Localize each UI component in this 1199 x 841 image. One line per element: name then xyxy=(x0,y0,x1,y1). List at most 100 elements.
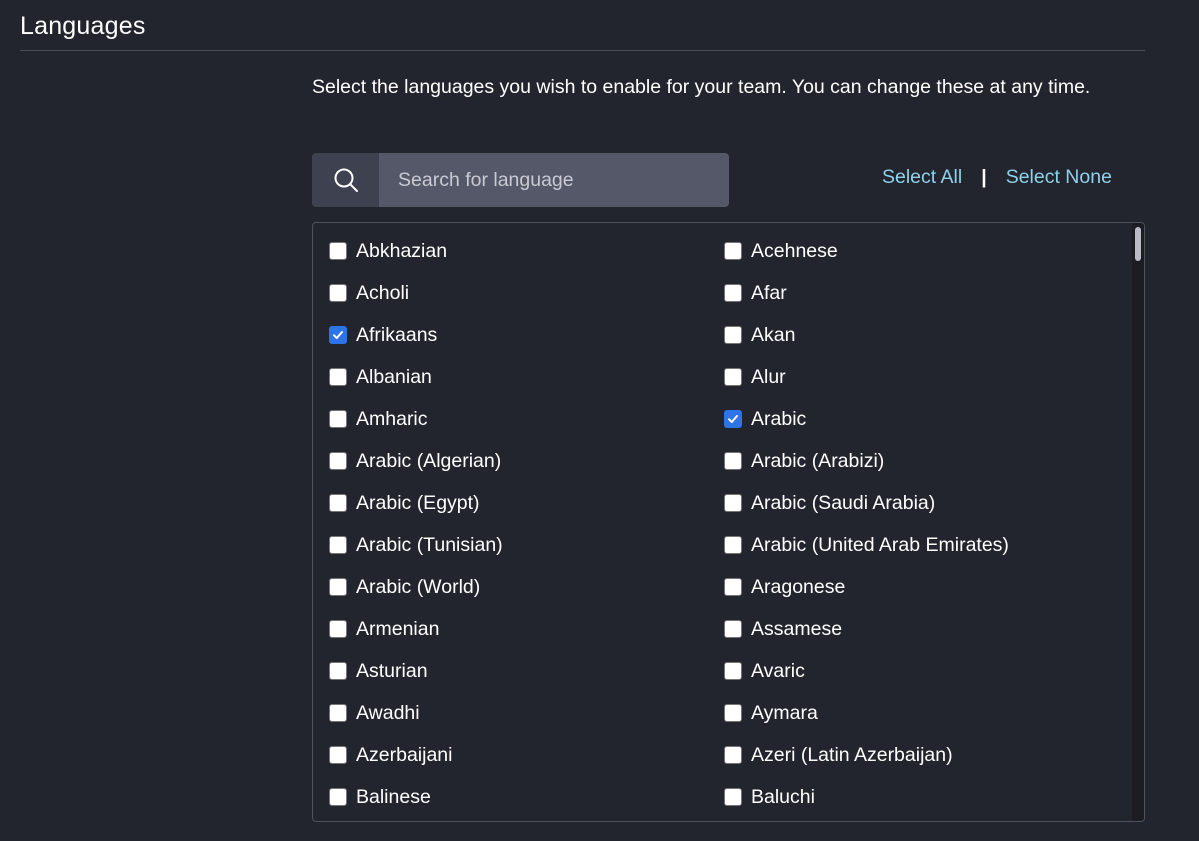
language-option[interactable]: Arabic (Egypt) xyxy=(313,482,708,524)
section-title: Languages xyxy=(20,12,146,40)
language-option[interactable]: Aragonese xyxy=(708,566,1128,608)
language-label: Arabic (Saudi Arabia) xyxy=(751,491,936,514)
language-label: Arabic (Algerian) xyxy=(356,449,502,472)
language-checkbox[interactable] xyxy=(329,410,347,428)
check-icon xyxy=(333,331,343,339)
selection-controls: Select All | Select None xyxy=(882,166,1112,189)
language-label: Amharic xyxy=(356,407,428,430)
language-label: Arabic xyxy=(751,407,807,430)
language-checkbox[interactable] xyxy=(724,536,742,554)
language-option[interactable]: Afar xyxy=(708,272,1128,314)
language-option[interactable]: Afrikaans xyxy=(313,314,708,356)
language-checkbox[interactable] xyxy=(329,242,347,260)
language-option[interactable]: Asturian xyxy=(313,650,708,692)
language-option[interactable]: Assamese xyxy=(708,608,1128,650)
language-option[interactable]: Arabic (United Arab Emirates) xyxy=(708,524,1128,566)
language-label: Awadhi xyxy=(356,701,420,724)
language-option[interactable]: Albanian xyxy=(313,356,708,398)
language-option[interactable]: Baluchi xyxy=(708,776,1128,818)
language-label: Azeri (Latin Azerbaijan) xyxy=(751,743,953,766)
language-option[interactable]: Acholi xyxy=(313,272,708,314)
section-description: Select the languages you wish to enable … xyxy=(312,76,1091,98)
language-label: Aragonese xyxy=(751,575,846,598)
language-option[interactable]: Awadhi xyxy=(313,692,708,734)
language-label: Akan xyxy=(751,323,796,346)
language-label: Albanian xyxy=(356,365,432,388)
language-label: Avaric xyxy=(751,659,805,682)
language-checkbox[interactable] xyxy=(329,284,347,302)
language-option[interactable]: Avaric xyxy=(708,650,1128,692)
language-label: Arabic (United Arab Emirates) xyxy=(751,533,1009,556)
language-option[interactable]: Alur xyxy=(708,356,1128,398)
language-checkbox[interactable] xyxy=(724,368,742,386)
language-checkbox[interactable] xyxy=(329,452,347,470)
language-checkbox[interactable] xyxy=(724,494,742,512)
language-option[interactable]: Amharic xyxy=(313,398,708,440)
language-checkbox[interactable] xyxy=(329,578,347,596)
language-option[interactable]: Acehnese xyxy=(708,230,1128,272)
language-checkbox[interactable] xyxy=(329,494,347,512)
language-checkbox[interactable] xyxy=(724,578,742,596)
language-list: Abkhazian Acehnese Acholi Afar Afrikaans Akan… xyxy=(312,222,1145,822)
language-option[interactable]: Balinese xyxy=(313,776,708,818)
language-checkbox[interactable] xyxy=(724,788,742,806)
scrollbar-thumb[interactable] xyxy=(1135,227,1141,261)
language-checkbox[interactable] xyxy=(724,746,742,764)
language-checkbox[interactable] xyxy=(329,662,347,680)
language-checkbox[interactable] xyxy=(724,326,742,344)
language-option[interactable]: Arabic xyxy=(708,398,1128,440)
language-checkbox[interactable] xyxy=(329,788,347,806)
language-label: Afar xyxy=(751,281,787,304)
language-label: Afrikaans xyxy=(356,323,438,346)
language-label: Azerbaijani xyxy=(356,743,453,766)
language-checkbox[interactable] xyxy=(724,662,742,680)
language-option[interactable]: Aymara xyxy=(708,692,1128,734)
language-checkbox[interactable] xyxy=(724,242,742,260)
language-checkbox[interactable] xyxy=(329,326,347,344)
language-checkbox[interactable] xyxy=(329,368,347,386)
language-checkbox[interactable] xyxy=(329,704,347,722)
language-option[interactable]: Arabic (World) xyxy=(313,566,708,608)
language-option[interactable]: Armenian xyxy=(313,608,708,650)
language-label: Arabic (Egypt) xyxy=(356,491,480,514)
search-icon xyxy=(334,168,358,192)
language-checkbox[interactable] xyxy=(329,746,347,764)
language-checkbox[interactable] xyxy=(329,620,347,638)
language-option[interactable]: Azerbaijani xyxy=(313,734,708,776)
language-label: Arabic (World) xyxy=(356,575,481,598)
language-label: Arabic (Tunisian) xyxy=(356,533,503,556)
language-option[interactable]: Arabic (Saudi Arabia) xyxy=(708,482,1128,524)
language-option[interactable]: Abkhazian xyxy=(313,230,708,272)
language-label: Acholi xyxy=(356,281,410,304)
language-label: Assamese xyxy=(751,617,843,640)
language-option[interactable]: Arabic (Tunisian) xyxy=(313,524,708,566)
select-none-link[interactable]: Select None xyxy=(1006,166,1112,189)
language-label: Aymara xyxy=(751,701,818,724)
check-icon xyxy=(728,415,738,423)
language-label: Asturian xyxy=(356,659,428,682)
language-checkbox[interactable] xyxy=(724,704,742,722)
language-label: Armenian xyxy=(356,617,440,640)
language-option[interactable]: Azeri (Latin Azerbaijan) xyxy=(708,734,1128,776)
select-all-link[interactable]: Select All xyxy=(882,166,962,189)
language-search xyxy=(312,153,729,207)
controls-separator: | xyxy=(981,166,987,188)
section-divider xyxy=(20,50,1145,51)
search-input[interactable] xyxy=(379,153,729,207)
language-checkbox[interactable] xyxy=(329,536,347,554)
language-label: Baluchi xyxy=(751,785,815,808)
language-label: Arabic (Arabizi) xyxy=(751,449,885,472)
language-option[interactable]: Akan xyxy=(708,314,1128,356)
language-label: Abkhazian xyxy=(356,239,448,262)
language-grid: Abkhazian Acehnese Acholi Afar Afrikaans Akan… xyxy=(313,230,1128,818)
language-checkbox[interactable] xyxy=(724,410,742,428)
language-checkbox[interactable] xyxy=(724,452,742,470)
scrollbar[interactable] xyxy=(1132,223,1144,821)
language-checkbox[interactable] xyxy=(724,284,742,302)
language-label: Alur xyxy=(751,365,786,388)
language-checkbox[interactable] xyxy=(724,620,742,638)
language-option[interactable]: Arabic (Arabizi) xyxy=(708,440,1128,482)
language-label: Acehnese xyxy=(751,239,838,262)
search-icon-button[interactable] xyxy=(312,153,379,207)
language-option[interactable]: Arabic (Algerian) xyxy=(313,440,708,482)
